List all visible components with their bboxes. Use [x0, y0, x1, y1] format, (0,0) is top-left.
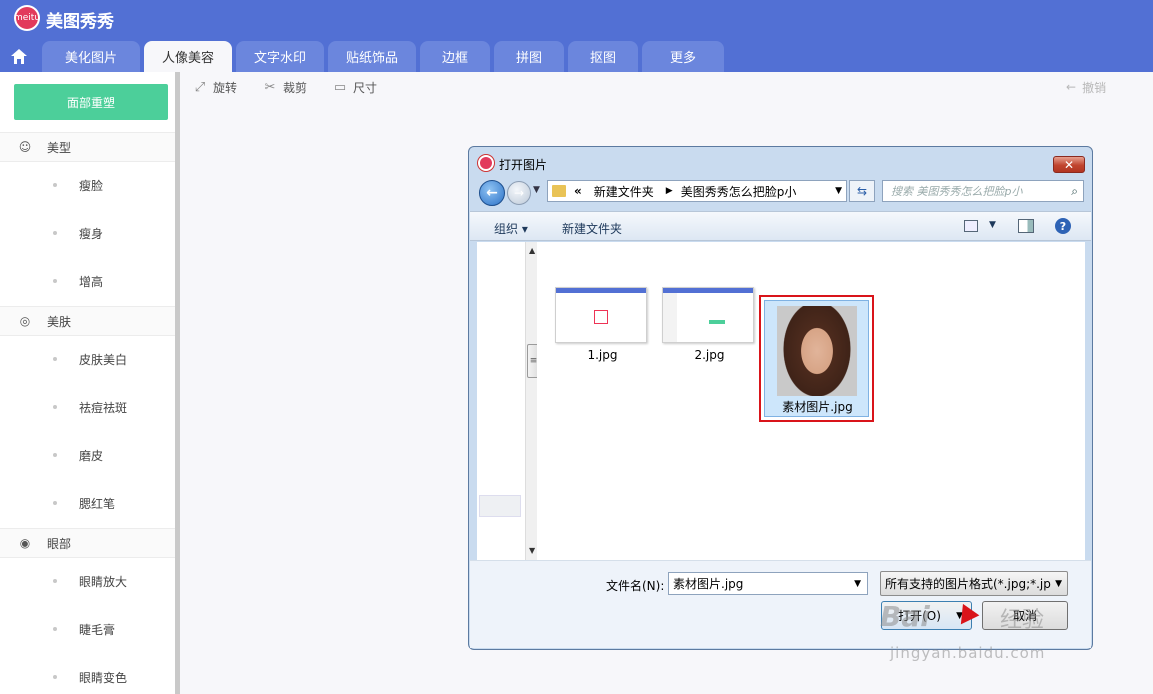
search-input[interactable]: 搜索 美图秀秀怎么把脸p小 ⌕ [882, 180, 1084, 202]
app-logo: meitu [14, 5, 40, 31]
refresh-icon: ⇆ [856, 184, 868, 198]
back-button[interactable]: ← [479, 180, 505, 206]
selected-file-highlight: 素材图片.jpg [759, 295, 874, 422]
command-bar: 组织 ▾ 新建文件夹 ▼ ? [470, 211, 1091, 241]
sidebar-item-mascara[interactable]: 睫毛膏 [0, 614, 175, 644]
face-reshape-button[interactable]: 面部重塑 [14, 84, 168, 120]
search-icon: ⌕ [1071, 183, 1078, 198]
scroll-down-icon[interactable]: ▼ [529, 546, 535, 555]
sidebar-item-acne[interactable]: 祛痘祛斑 [0, 392, 175, 422]
tab-beautify[interactable]: 美化图片 [42, 41, 140, 72]
app-title: 美图秀秀 [46, 12, 114, 32]
preview-pane-icon[interactable] [1018, 219, 1034, 233]
refresh-button[interactable]: ⇆ [849, 180, 875, 202]
file-thumbnail [555, 287, 647, 343]
home-icon [11, 49, 27, 64]
back-arrow-icon: ← [486, 185, 498, 201]
path-segment-new-folder[interactable]: 新建文件夹 [594, 183, 654, 200]
file-item[interactable]: 2.jpg [662, 287, 757, 362]
new-folder-button[interactable]: 新建文件夹 [562, 220, 622, 237]
logo-text: meitu [14, 7, 40, 29]
navigation-pane: ▲ ≡ ▼ [477, 242, 541, 560]
sidebar-item-eye-color[interactable]: 眼睛变色 [0, 662, 175, 692]
face-icon: ☺ [18, 140, 32, 154]
rotate-icon: ⤢ [194, 79, 206, 95]
path-prefix[interactable]: « [574, 184, 582, 198]
close-icon: ✕ [1063, 157, 1075, 172]
filename-dropdown-icon[interactable]: ▼ [854, 579, 861, 589]
address-bar[interactable]: « 新建文件夹 ▶ 美图秀秀怎么把脸p小 ▼ [547, 180, 847, 202]
path-segment-current[interactable]: 美图秀秀怎么把脸p小 [681, 183, 797, 200]
section-label: 眼部 [47, 536, 72, 551]
tab-more[interactable]: 更多 [642, 41, 724, 72]
sidebar: 面部重塑 ☺ 美型 瘦脸 瘦身 增高 ◎ 美肤 皮肤美白 祛痘祛斑 磨皮 腮红笔… [0, 72, 175, 694]
help-icon[interactable]: ? [1055, 218, 1071, 234]
open-image-dialog: 打开图片 ✕ ← → ▼ « 新建文件夹 ▶ 美图秀秀怎么把脸p小 ▼ ⇆ 搜索… [468, 146, 1093, 650]
crop-button[interactable]: ✂ 裁剪 [262, 78, 307, 96]
tab-text-watermark[interactable]: 文字水印 [236, 41, 324, 72]
sidebar-section-skin[interactable]: ◎ 美肤 [0, 306, 175, 336]
file-name: 素材图片.jpg [782, 400, 853, 414]
sidebar-item-enlarge-eyes[interactable]: 眼睛放大 [0, 566, 175, 596]
watermark-brand: Bai [880, 600, 930, 633]
tab-portrait[interactable]: 人像美容 [144, 41, 232, 72]
watermark: Bai 经验 jingyan.baidu.com [880, 596, 1150, 668]
file-type-select[interactable]: 所有支持的图片格式(*.jpg;*.jp ▼ [880, 571, 1068, 596]
path-separator-icon[interactable]: ▶ [666, 186, 673, 196]
watermark-url: jingyan.baidu.com [890, 644, 1046, 662]
undo-button[interactable]: ← 撤销 [1066, 78, 1106, 96]
file-name: 2.jpg [694, 348, 725, 362]
dialog-app-icon [478, 155, 494, 171]
filename-label: 文件名(N): [606, 579, 665, 593]
sidebar-item-slim-body[interactable]: 瘦身 [0, 218, 175, 248]
nav-item[interactable] [479, 495, 521, 517]
file-list: 1.jpg 2.jpg 素材图片.jpg [537, 242, 1085, 560]
filter-dropdown-icon: ▼ [1055, 578, 1062, 589]
history-dropdown-icon[interactable]: ▼ [533, 185, 540, 195]
address-dropdown-icon[interactable]: ▼ [835, 186, 842, 196]
forward-arrow-icon: → [513, 186, 525, 200]
scissors-icon: ✂ [264, 79, 276, 95]
file-item[interactable]: 1.jpg [555, 287, 650, 362]
tab-cutout[interactable]: 抠图 [568, 41, 638, 72]
sidebar-section-eyes[interactable]: ◉ 眼部 [0, 528, 175, 558]
undo-arrow-icon: ← [1066, 80, 1077, 94]
size-button[interactable]: ▭ 尺寸 [332, 78, 377, 96]
organize-button[interactable]: 组织 ▾ [494, 220, 528, 237]
tab-stickers[interactable]: 贴纸饰品 [328, 41, 416, 72]
dialog-title: 打开图片 [499, 158, 548, 172]
top-bar: meitu 美图秀秀 美化图片 人像美容 文字水印 贴纸饰品 边框 拼图 抠图 … [0, 0, 1153, 72]
section-label: 美型 [47, 140, 72, 155]
sidebar-section-shape[interactable]: ☺ 美型 [0, 132, 175, 162]
skin-icon: ◎ [19, 314, 31, 328]
file-item-selected[interactable]: 素材图片.jpg [764, 300, 869, 417]
sidebar-scrollbar[interactable] [175, 72, 180, 694]
forward-button[interactable]: → [507, 181, 531, 205]
view-icon[interactable] [964, 220, 978, 232]
portrait-thumbnail [777, 306, 857, 396]
tab-frames[interactable]: 边框 [420, 41, 490, 72]
dialog-close-button[interactable]: ✕ [1053, 156, 1085, 173]
main-tabs: 美化图片 人像美容 文字水印 贴纸饰品 边框 拼图 抠图 更多 [0, 41, 724, 72]
eye-icon: ◉ [19, 536, 31, 550]
size-icon: ▭ [333, 79, 347, 95]
section-label: 美肤 [47, 314, 72, 329]
rotate-button[interactable]: ⤢ 旋转 [192, 78, 237, 96]
file-name: 1.jpg [587, 348, 618, 362]
sidebar-item-slim-face[interactable]: 瘦脸 [0, 170, 175, 200]
sidebar-item-smooth[interactable]: 磨皮 [0, 440, 175, 470]
home-button[interactable] [0, 41, 38, 72]
tab-collage[interactable]: 拼图 [494, 41, 564, 72]
view-dropdown-icon[interactable]: ▼ [989, 220, 996, 230]
file-thumbnail [662, 287, 754, 343]
filename-input[interactable]: 素材图片.jpg ▼ [668, 572, 868, 595]
watermark-text: 经验 [1000, 608, 1045, 633]
sidebar-item-heighten[interactable]: 增高 [0, 266, 175, 296]
folder-icon [552, 185, 566, 197]
sidebar-item-blush[interactable]: 腮红笔 [0, 488, 175, 518]
sidebar-item-whitening[interactable]: 皮肤美白 [0, 344, 175, 374]
scroll-up-icon[interactable]: ▲ [529, 246, 535, 255]
